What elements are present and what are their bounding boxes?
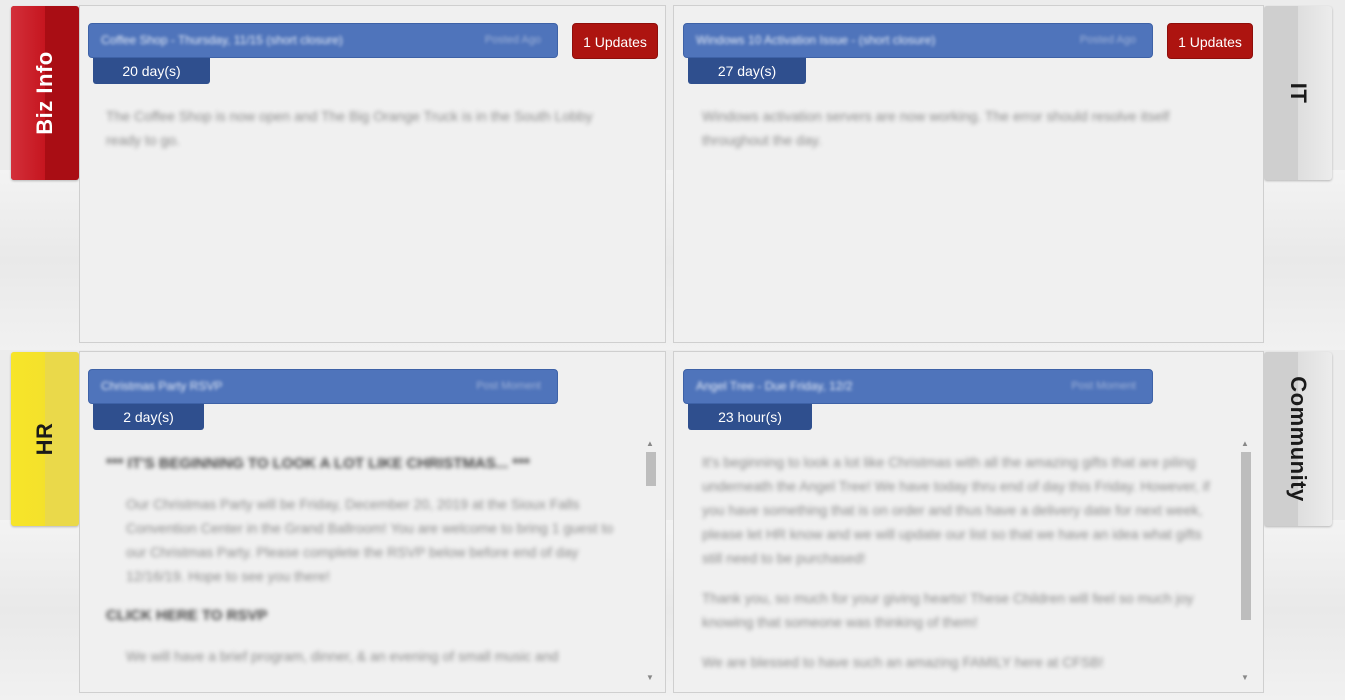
section-tab-biz-info[interactable]: Biz Info [11, 6, 79, 180]
updates-button[interactable]: 1 Updates [572, 23, 658, 59]
section-tab-hr[interactable]: HR [11, 352, 79, 526]
post-meta: Posted Ago [484, 34, 541, 46]
section-label: HR [32, 422, 57, 456]
post-meta: Posted Ago [1079, 34, 1136, 46]
post-title-bar[interactable]: Windows 10 Activation Issue - (short clo… [683, 23, 1153, 58]
post-title: Coffee Shop - Thursday, 11/15 (short clo… [101, 33, 343, 47]
post-paragraph: Thank you, so much for your giving heart… [702, 590, 1194, 630]
section-label: IT [1286, 82, 1311, 104]
post-body: It's beginning to look a lot like Christ… [702, 450, 1222, 690]
hr-panel: Christmas Party RSVP Post Moment 2 day(s… [79, 351, 666, 693]
scroll-down-arrow[interactable]: ▼ [646, 674, 654, 682]
post-age-badge: 23 hour(s) [688, 404, 812, 430]
scroll-thumb[interactable] [646, 452, 656, 486]
section-label: Community [1286, 376, 1311, 502]
post-paragraph: The Coffee Shop is now open and The Big … [106, 108, 593, 148]
post-body: The Coffee Shop is now open and The Big … [106, 104, 626, 168]
post-title-bar[interactable]: Angel Tree - Due Friday, 12/2 Post Momen… [683, 369, 1153, 404]
biz-info-panel: Coffee Shop - Thursday, 11/15 (short clo… [79, 5, 666, 343]
community-panel: Angel Tree - Due Friday, 12/2 Post Momen… [673, 351, 1264, 693]
scrollbar[interactable]: ▲ ▼ [644, 438, 656, 688]
scroll-down-arrow[interactable]: ▼ [1241, 674, 1249, 682]
post-title: Christmas Party RSVP [101, 379, 223, 393]
post-paragraph: It's beginning to look a lot like Christ… [702, 454, 1210, 566]
post-age-badge: 20 day(s) [93, 58, 210, 84]
section-tab-community[interactable]: Community [1264, 352, 1332, 526]
post-title: Windows 10 Activation Issue - (short clo… [696, 33, 936, 47]
section-label: Biz Info [32, 51, 57, 135]
scroll-up-arrow[interactable]: ▲ [646, 440, 654, 448]
rsvp-link[interactable]: CLICK HERE TO RSVP [106, 604, 626, 628]
post-meta: Post Moment [1071, 380, 1136, 392]
post-paragraph: We will have a brief program, dinner, & … [126, 648, 559, 664]
post-heading: *** IT'S BEGINNING TO LOOK A LOT LIKE CH… [106, 455, 530, 472]
post-age-badge: 27 day(s) [688, 58, 806, 84]
post-title-bar[interactable]: Coffee Shop - Thursday, 11/15 (short clo… [88, 23, 558, 58]
post-age-badge: 2 day(s) [93, 404, 204, 430]
post-body: Windows activation servers are now worki… [702, 104, 1222, 168]
post-paragraph: Windows activation servers are now worki… [702, 108, 1170, 148]
post-paragraph: We are blessed to have such an amazing F… [702, 654, 1104, 670]
post-paragraph: Our Christmas Party will be Friday, Dece… [126, 496, 614, 584]
updates-button[interactable]: 1 Updates [1167, 23, 1253, 59]
scrollbar[interactable]: ▲ ▼ [1239, 438, 1251, 688]
scroll-up-arrow[interactable]: ▲ [1241, 440, 1249, 448]
post-body: *** IT'S BEGINNING TO LOOK A LOT LIKE CH… [106, 452, 626, 684]
section-tab-it[interactable]: IT [1264, 6, 1332, 180]
post-title-bar[interactable]: Christmas Party RSVP Post Moment [88, 369, 558, 404]
post-title: Angel Tree - Due Friday, 12/2 [696, 379, 853, 393]
post-meta: Post Moment [476, 380, 541, 392]
it-panel: Windows 10 Activation Issue - (short clo… [673, 5, 1264, 343]
scroll-thumb[interactable] [1241, 452, 1251, 620]
